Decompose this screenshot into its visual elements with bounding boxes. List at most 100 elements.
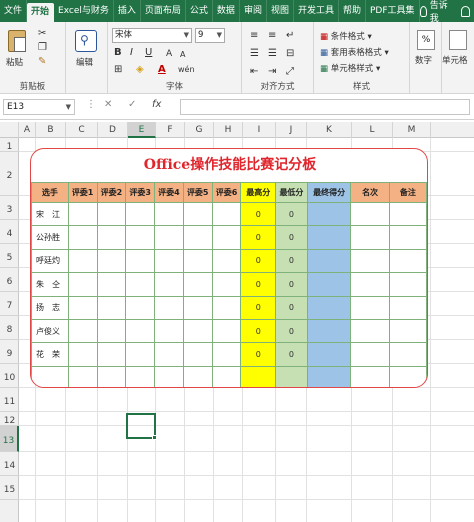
player-name-cell[interactable]: 扬 志	[31, 295, 69, 320]
rank-cell[interactable]	[350, 318, 390, 344]
wrap-text-icon[interactable]: ↵	[286, 30, 294, 42]
header-judge-5[interactable]: 评委5	[182, 182, 213, 203]
tab-view[interactable]: 视图	[267, 0, 294, 22]
tab-pdf-tools[interactable]: PDF工具集	[366, 0, 420, 22]
notes-cell[interactable]	[388, 201, 427, 227]
align-top-icon[interactable]: ≡	[250, 30, 258, 42]
judge-1-cell[interactable]	[67, 248, 98, 274]
judge-5-cell[interactable]	[182, 365, 213, 387]
notes-cell[interactable]	[388, 365, 427, 387]
header-judge-3[interactable]: 评委3	[125, 182, 156, 203]
judge-5-cell[interactable]	[182, 272, 213, 297]
judge-6-cell[interactable]	[211, 201, 242, 227]
tab-formulas[interactable]: 公式	[186, 0, 213, 22]
tab-data[interactable]: 数据	[213, 0, 240, 22]
judge-5-cell[interactable]	[182, 201, 213, 227]
min-score-cell[interactable]: 0	[275, 342, 308, 367]
judge-4-cell[interactable]	[154, 225, 184, 250]
judge-3-cell[interactable]	[125, 342, 156, 367]
judge-3-cell[interactable]	[125, 295, 156, 320]
header-judge-1[interactable]: 评委1	[67, 182, 98, 203]
tab-developer[interactable]: 开发工具	[294, 0, 339, 22]
player-name-cell[interactable]: 卢俊义	[31, 318, 69, 344]
judge-2-cell[interactable]	[96, 248, 127, 274]
align-middle-icon[interactable]: ≡	[268, 30, 276, 42]
number-format-icon[interactable]: %	[417, 30, 435, 50]
borders-icon[interactable]: ⊞	[114, 64, 122, 76]
align-center-icon[interactable]: ☰	[268, 48, 277, 60]
header-judge-6[interactable]: 评委6	[211, 182, 242, 203]
row-header-13[interactable]: 13	[0, 426, 19, 452]
judge-3-cell[interactable]	[125, 318, 156, 344]
row-header-6[interactable]: 6	[0, 268, 19, 292]
row-header-15[interactable]: 15	[0, 476, 19, 500]
judge-1-cell[interactable]	[67, 342, 98, 367]
rank-cell[interactable]	[350, 295, 390, 320]
judge-3-cell[interactable]	[125, 225, 156, 250]
column-header-h[interactable]: H	[214, 122, 243, 138]
min-score-cell[interactable]: 0	[275, 318, 308, 344]
row-header-1[interactable]: 1	[0, 138, 19, 152]
column-header-a[interactable]: A	[19, 122, 36, 138]
judge-4-cell[interactable]	[154, 318, 184, 344]
row-header-10[interactable]: 10	[0, 364, 19, 388]
judge-3-cell[interactable]	[125, 201, 156, 227]
row-header-12[interactable]: 12	[0, 412, 19, 426]
header-rank[interactable]: 名次	[350, 182, 390, 203]
rank-cell[interactable]	[350, 365, 390, 387]
notes-cell[interactable]	[388, 248, 427, 274]
column-header-l[interactable]: L	[352, 122, 393, 138]
header-final-score[interactable]: 最终得分	[306, 182, 352, 203]
judge-2-cell[interactable]	[96, 318, 127, 344]
player-name-cell[interactable]: 宋 江	[31, 201, 69, 227]
row-header-5[interactable]: 5	[0, 244, 19, 268]
italic-button[interactable]: I	[130, 47, 133, 59]
judge-6-cell[interactable]	[211, 248, 242, 274]
judge-3-cell[interactable]	[125, 272, 156, 297]
judge-3-cell[interactable]	[125, 248, 156, 274]
header-judge-2[interactable]: 评委2	[96, 182, 127, 203]
judge-1-cell[interactable]	[67, 365, 98, 387]
notes-cell[interactable]	[388, 342, 427, 367]
underline-button[interactable]: U	[145, 47, 152, 59]
judge-2-cell[interactable]	[96, 272, 127, 297]
player-name-cell[interactable]	[31, 365, 69, 387]
player-name-cell[interactable]: 呼廷灼	[31, 248, 69, 274]
grow-font-button[interactable]: A	[166, 48, 172, 60]
format-painter-icon[interactable]: ✎	[38, 56, 46, 68]
cells-icon[interactable]	[449, 30, 467, 50]
font-size-select[interactable]: 9 ▼	[195, 28, 225, 43]
max-score-cell[interactable]: 0	[240, 342, 277, 367]
judge-4-cell[interactable]	[154, 365, 184, 387]
cut-icon[interactable]: ✂	[38, 28, 46, 40]
judge-1-cell[interactable]	[67, 272, 98, 297]
final-score-cell[interactable]	[306, 201, 352, 227]
column-header-f[interactable]: F	[156, 122, 185, 138]
row-header-14[interactable]: 14	[0, 452, 19, 476]
header-notes[interactable]: 备注	[388, 182, 427, 203]
column-header-m[interactable]: M	[393, 122, 431, 138]
tab-home[interactable]: 开始	[27, 3, 55, 22]
column-header-k[interactable]: K	[307, 122, 352, 138]
column-header-j[interactable]: J	[276, 122, 307, 138]
header-judge-4[interactable]: 评委4	[154, 182, 184, 203]
select-all-corner[interactable]	[0, 122, 19, 138]
judge-6-cell[interactable]	[211, 318, 242, 344]
column-header-c[interactable]: C	[66, 122, 98, 138]
row-header-3[interactable]: 3	[0, 196, 19, 220]
header-min-score[interactable]: 最低分	[275, 182, 308, 203]
column-header-b[interactable]: B	[36, 122, 66, 138]
judge-2-cell[interactable]	[96, 201, 127, 227]
rank-cell[interactable]	[350, 248, 390, 274]
judge-2-cell[interactable]	[96, 225, 127, 250]
judge-1-cell[interactable]	[67, 225, 98, 250]
judge-5-cell[interactable]	[182, 342, 213, 367]
bold-button[interactable]: B	[114, 47, 122, 59]
share-icon[interactable]	[460, 5, 470, 17]
paste-button[interactable]	[6, 28, 28, 54]
orientation-icon[interactable]: ⤢	[286, 66, 294, 78]
final-score-cell[interactable]	[306, 342, 352, 367]
notes-cell[interactable]	[388, 225, 427, 250]
row-header-11[interactable]: 11	[0, 388, 19, 412]
min-score-cell[interactable]	[275, 365, 308, 387]
